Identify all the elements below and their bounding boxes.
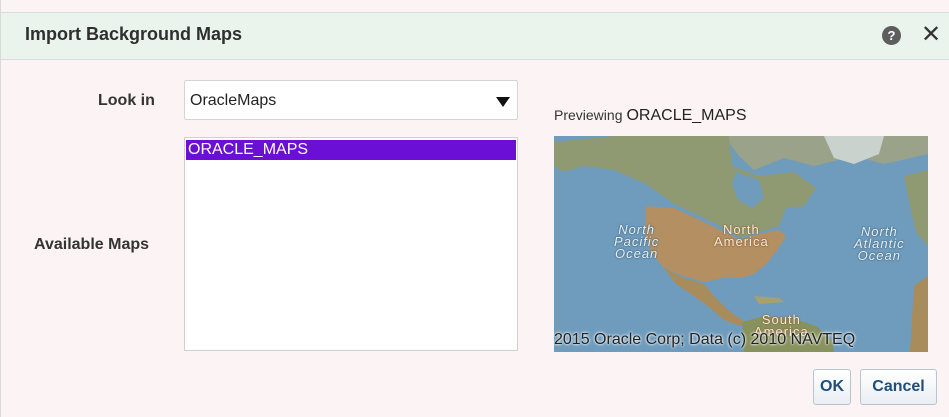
close-icon[interactable]: ✕ xyxy=(921,22,941,48)
ok-button[interactable]: OK xyxy=(813,369,851,405)
dropdown-arrow-icon[interactable] xyxy=(496,97,510,107)
available-maps-list[interactable]: ORACLE_MAPS xyxy=(184,137,518,351)
preview-caption: Previewing ORACLE_MAPS xyxy=(554,107,747,125)
previewing-label: Previewing xyxy=(554,107,623,123)
map-label-north-atlantic: North Atlantic Ocean xyxy=(854,224,905,263)
import-background-maps-dialog: Import Background Maps ? ✕ Look in Oracl… xyxy=(0,0,949,417)
map-attribution: 2015 Oracle Corp; Data (c) 2010 NAVTEQ xyxy=(554,331,856,348)
look-in-label: Look in xyxy=(98,92,155,109)
map-label-north-pacific: North Pacific Ocean xyxy=(614,222,660,261)
dialog-title: Import Background Maps xyxy=(25,24,243,44)
map-label-north-america: North America xyxy=(714,222,769,249)
dialog-titlebar: Import Background Maps ? ✕ xyxy=(1,12,949,60)
cancel-button[interactable]: Cancel xyxy=(860,369,937,405)
help-icon[interactable]: ? xyxy=(882,26,901,45)
available-maps-label: Available Maps xyxy=(34,236,150,253)
look-in-value: OracleMaps xyxy=(190,92,277,109)
look-in-select[interactable]: OracleMaps xyxy=(184,80,518,120)
preview-map-name: ORACLE_MAPS xyxy=(626,107,747,124)
map-preview: North Pacific Ocean North America North … xyxy=(554,136,928,352)
list-item-oracle-maps[interactable]: ORACLE_MAPS xyxy=(186,140,516,160)
